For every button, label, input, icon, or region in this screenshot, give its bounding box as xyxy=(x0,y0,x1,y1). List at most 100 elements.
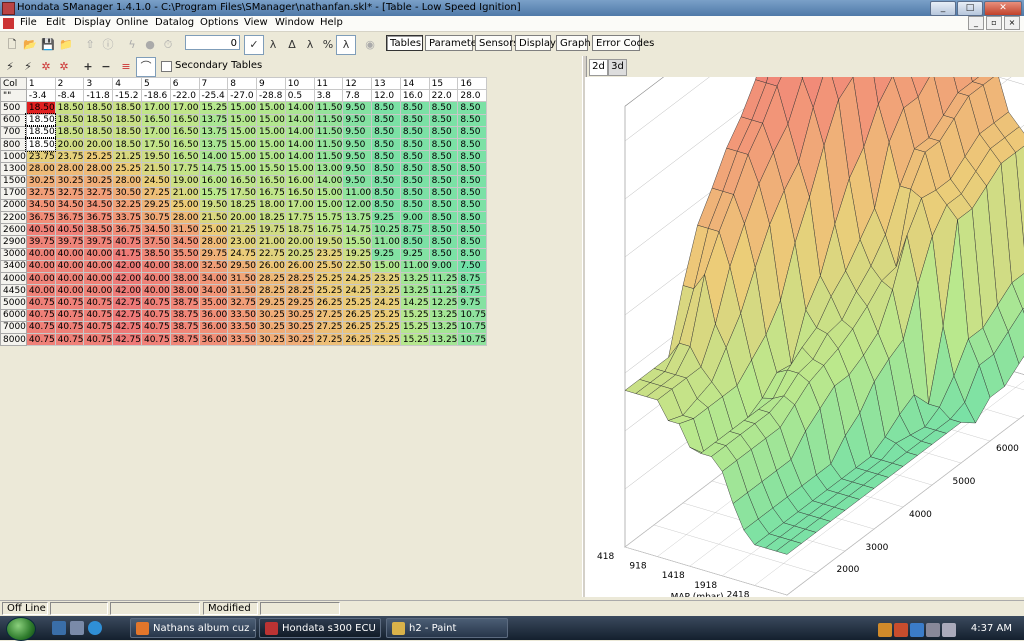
col-number[interactable]: 16 xyxy=(458,78,487,90)
table-cell[interactable]: 14.00 xyxy=(199,151,228,163)
table-cell[interactable]: 8.50 xyxy=(400,187,429,199)
save-icon[interactable]: 💾 xyxy=(38,35,58,55)
table-cell[interactable]: 36.75 xyxy=(113,224,142,236)
table-cell[interactable]: 35.50 xyxy=(170,248,199,260)
rpm-label[interactable]: 1500 xyxy=(1,175,27,187)
table-cell[interactable]: 8.50 xyxy=(458,212,487,224)
table-cell[interactable]: 14.00 xyxy=(285,126,314,138)
table-cell[interactable]: 40.75 xyxy=(26,333,55,345)
rpm-label[interactable]: 800 xyxy=(1,138,27,150)
rpm-label[interactable]: 4450 xyxy=(1,285,27,297)
table-cell[interactable]: 18.50 xyxy=(84,126,113,138)
table-cell[interactable]: 15.50 xyxy=(343,236,372,248)
table-cell[interactable]: 15.00 xyxy=(314,187,343,199)
table-cell[interactable]: 18.50 xyxy=(113,126,142,138)
table-cell[interactable]: 19.50 xyxy=(199,199,228,211)
table-cell[interactable]: 8.50 xyxy=(400,175,429,187)
start-button[interactable] xyxy=(6,617,36,641)
table-cell[interactable]: 8.50 xyxy=(429,114,458,126)
table-cell[interactable]: 40.00 xyxy=(26,260,55,272)
table-cell[interactable]: 39.75 xyxy=(55,236,84,248)
table-cell[interactable]: 42.00 xyxy=(113,285,142,297)
table-cell[interactable]: 16.50 xyxy=(285,187,314,199)
table-cell[interactable]: 25.00 xyxy=(199,224,228,236)
table-cell[interactable]: 38.00 xyxy=(170,285,199,297)
table-cell[interactable]: 15.00 xyxy=(228,138,257,150)
table-cell[interactable]: 30.25 xyxy=(26,175,55,187)
table-cell[interactable]: 30.25 xyxy=(285,309,314,321)
table-cell[interactable]: 40.00 xyxy=(84,273,113,285)
table-cell[interactable]: 34.50 xyxy=(55,199,84,211)
table-cell[interactable]: 13.25 xyxy=(429,309,458,321)
show-desktop-icon[interactable] xyxy=(52,621,66,635)
table-cell[interactable]: 23.75 xyxy=(26,151,55,163)
table-cell[interactable]: 15.00 xyxy=(228,163,257,175)
table-cell[interactable]: 33.50 xyxy=(228,333,257,345)
minus-icon[interactable]: − xyxy=(96,57,116,77)
rpm-label[interactable]: 3400 xyxy=(1,260,27,272)
table-cell[interactable]: 15.00 xyxy=(257,114,286,126)
table-cell[interactable]: 30.25 xyxy=(285,321,314,333)
table-cell[interactable]: 15.00 xyxy=(228,126,257,138)
table-cell[interactable]: 25.25 xyxy=(372,321,401,333)
table-cell[interactable]: 23.75 xyxy=(55,151,84,163)
table-cell[interactable]: 40.75 xyxy=(113,236,142,248)
table-cell[interactable]: 28.00 xyxy=(170,212,199,224)
table-cell[interactable]: 8.50 xyxy=(372,102,401,114)
table-cell[interactable]: 30.50 xyxy=(113,187,142,199)
table-cell[interactable]: 9.25 xyxy=(372,212,401,224)
table-cell[interactable]: 15.25 xyxy=(199,102,228,114)
record-icon[interactable]: ● xyxy=(140,35,160,55)
table-cell[interactable]: 30.25 xyxy=(257,333,286,345)
table-cell[interactable]: 13.75 xyxy=(199,114,228,126)
table-cell[interactable]: 16.00 xyxy=(285,175,314,187)
table-cell[interactable]: 8.50 xyxy=(429,199,458,211)
table-cell[interactable]: 8.50 xyxy=(429,138,458,150)
table-cell[interactable]: 8.50 xyxy=(458,163,487,175)
table-cell[interactable]: 8.75 xyxy=(458,273,487,285)
open-folder-icon[interactable]: 📂 xyxy=(20,35,40,55)
table-cell[interactable]: 40.00 xyxy=(84,260,113,272)
table-cell[interactable]: 40.75 xyxy=(84,321,113,333)
col-number[interactable]: 6 xyxy=(170,78,199,90)
map-value[interactable]: -11.8 xyxy=(84,90,113,102)
menu-datalog[interactable]: Datalog xyxy=(155,17,194,28)
tab-tables[interactable]: Tables xyxy=(386,35,423,51)
lightning-icon[interactable]: ϟ xyxy=(122,35,142,55)
tab-sensors[interactable]: Sensors xyxy=(475,35,512,51)
table-cell[interactable]: 15.00 xyxy=(228,114,257,126)
table-cell[interactable]: 19.50 xyxy=(314,236,343,248)
col-number[interactable]: 11 xyxy=(314,78,343,90)
table-cell[interactable]: 8.50 xyxy=(429,175,458,187)
tab-2d[interactable]: 2d xyxy=(589,59,608,76)
table-cell[interactable]: 28.00 xyxy=(113,175,142,187)
table-cell[interactable]: 13.75 xyxy=(343,212,372,224)
table-cell[interactable]: 29.25 xyxy=(141,199,170,211)
table-cell[interactable]: 31.50 xyxy=(170,224,199,236)
table-cell[interactable]: 23.25 xyxy=(314,248,343,260)
info-icon[interactable]: ⓘ xyxy=(98,35,118,55)
table-cell[interactable]: 11.50 xyxy=(314,151,343,163)
rpm-label[interactable]: 2200 xyxy=(1,212,27,224)
table-cell[interactable]: 10.75 xyxy=(458,321,487,333)
table-cell[interactable]: 8.50 xyxy=(400,151,429,163)
table-cell[interactable]: 21.50 xyxy=(141,163,170,175)
table-cell[interactable]: 31.50 xyxy=(228,273,257,285)
upload-icon[interactable]: ⇧ xyxy=(80,35,100,55)
table-cell[interactable]: 32.25 xyxy=(113,199,142,211)
table-cell[interactable]: 30.25 xyxy=(285,333,314,345)
table-cell[interactable]: 40.75 xyxy=(55,333,84,345)
table-cell[interactable]: 27.25 xyxy=(314,333,343,345)
table-cell[interactable]: 26.25 xyxy=(343,321,372,333)
table-cell[interactable]: 17.50 xyxy=(228,187,257,199)
map-value[interactable]: 7.8 xyxy=(343,90,372,102)
table-cell[interactable]: 11.00 xyxy=(343,187,372,199)
table-cell[interactable]: 42.75 xyxy=(113,321,142,333)
table-cell[interactable]: 41.75 xyxy=(113,248,142,260)
rpm-label[interactable]: 7000 xyxy=(1,321,27,333)
table-cell[interactable]: 40.75 xyxy=(55,297,84,309)
table-cell[interactable]: 19.00 xyxy=(170,175,199,187)
table-cell[interactable]: 40.75 xyxy=(84,297,113,309)
tab-parameters[interactable]: Parameters xyxy=(425,35,473,51)
table-cell[interactable]: 40.75 xyxy=(141,297,170,309)
